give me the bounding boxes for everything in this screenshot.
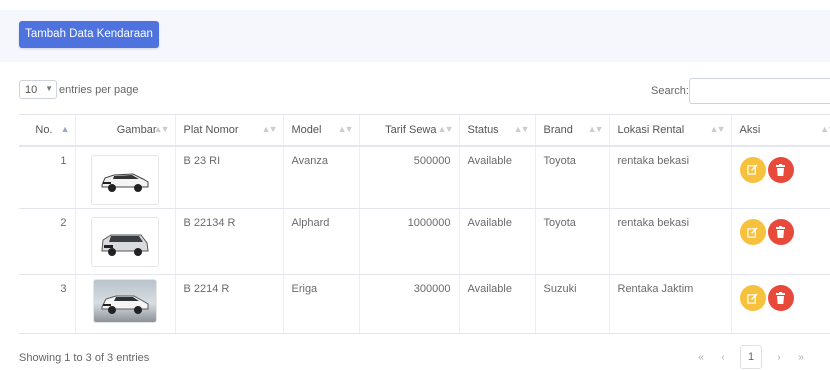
trash-icon [776, 292, 785, 304]
column-header-tarif-sewa[interactable]: Tarif Sewa ▲▼ [358, 114, 459, 147]
cell-image [74, 145, 175, 209]
cell-status: Available [458, 145, 535, 209]
pagination: « ‹ 1 › » [690, 345, 812, 369]
table-row: 1 B 23 RI Avanza 500000 Available Toyota… [19, 145, 830, 209]
column-header-brand[interactable]: Brand ▲▼ [534, 114, 609, 147]
cell-actions [730, 208, 830, 275]
pagination-page-1[interactable]: 1 [740, 345, 762, 369]
edit-icon [747, 292, 758, 304]
trash-icon [776, 226, 785, 238]
edit-button[interactable] [739, 219, 766, 245]
cell-status: Available [458, 274, 535, 334]
sort-asc-icon: ▲ [60, 124, 70, 134]
cell-rate: 500000 [358, 145, 459, 209]
edit-button[interactable] [739, 156, 766, 183]
sort-icon: ▲▼ [437, 124, 454, 134]
cell-model: Eriga [282, 274, 359, 334]
sort-icon: ▲▼ [261, 124, 278, 134]
cell-no: 1 [19, 145, 75, 209]
car-image [101, 172, 149, 192]
cell-brand: Toyota [534, 208, 609, 275]
pagination-prev[interactable]: ‹ [712, 352, 734, 363]
cell-image [74, 274, 175, 334]
car-image [101, 295, 149, 314]
cell-image [74, 208, 175, 275]
entries-length-control: 10 ▼ entries per page [19, 80, 139, 99]
cell-plate: B 23 RI [174, 145, 283, 209]
sort-icon: ▲▼ [820, 124, 830, 134]
column-header-no[interactable]: No. ▲ [19, 114, 75, 147]
cell-actions [730, 145, 830, 209]
column-header-plat-nomor[interactable]: Plat Nomor ▲▼ [174, 114, 283, 147]
car-thumbnail [93, 279, 157, 323]
cell-actions [730, 274, 830, 334]
column-header-model[interactable]: Model ▲▼ [282, 114, 359, 147]
edit-icon [747, 226, 758, 238]
cell-status: Available [458, 208, 535, 275]
column-header-aksi[interactable]: Aksi▲▼ [730, 114, 830, 147]
cell-location: rentaka bekasi [608, 145, 731, 209]
cell-no: 2 [19, 208, 75, 275]
edit-button[interactable] [739, 285, 766, 311]
cell-no: 3 [19, 274, 75, 334]
cell-rate: 300000 [358, 274, 459, 334]
delete-button[interactable] [767, 219, 794, 245]
table-info: Showing 1 to 3 of 3 entries [19, 352, 150, 364]
vehicle-table: No. ▲ Gambar ▲▼ Plat Nomor ▲▼ Model ▲▼ Tarif… [19, 114, 830, 334]
table-row: 2 B 22134 R Alphard 1000000 Available To… [19, 208, 830, 275]
delete-button[interactable] [767, 156, 794, 183]
entries-length-label: entries per page [59, 83, 139, 96]
cell-brand: Toyota [534, 145, 609, 209]
pagination-last[interactable]: » [790, 352, 812, 363]
cell-location: Rentaka Jaktim [608, 274, 731, 334]
cell-model: Alphard [282, 208, 359, 275]
car-image [101, 234, 149, 256]
trash-icon [776, 163, 785, 176]
car-thumbnail [91, 154, 159, 205]
entries-length-select[interactable]: 10 ▼ [19, 80, 57, 99]
sort-icon: ▲▼ [153, 124, 170, 134]
pagination-next[interactable]: › [768, 352, 790, 363]
cell-plate: B 2214 R [174, 274, 283, 334]
delete-button[interactable] [767, 285, 794, 311]
entries-length-value: 10 [25, 83, 38, 96]
add-vehicle-button[interactable]: Tambah Data Kendaraan [19, 21, 159, 48]
car-thumbnail [91, 217, 159, 267]
table-row: 3 B 2214 R Eriga 300000 Available Suzuki… [19, 274, 830, 334]
column-header-gambar[interactable]: Gambar ▲▼ [74, 114, 175, 147]
table-header-row: No. ▲ Gambar ▲▼ Plat Nomor ▲▼ Model ▲▼ Tarif… [19, 114, 830, 147]
sort-icon: ▲▼ [709, 124, 726, 134]
column-header-status[interactable]: Status ▲▼ [458, 114, 535, 147]
pagination-first[interactable]: « [690, 352, 712, 363]
cell-brand: Suzuki [534, 274, 609, 334]
cell-model: Avanza [282, 145, 359, 209]
search-label: Search: [651, 85, 689, 97]
cell-location: rentaka bekasi [608, 208, 731, 275]
sort-icon: ▲▼ [587, 124, 604, 134]
cell-rate: 1000000 [358, 208, 459, 275]
column-header-lokasi-rental[interactable]: Lokasi Rental ▲▼ [608, 114, 731, 147]
edit-icon [747, 164, 758, 175]
sort-icon: ▲▼ [337, 124, 354, 134]
sort-icon: ▲▼ [513, 124, 530, 134]
cell-plate: B 22134 R [174, 208, 283, 275]
search-input[interactable] [689, 78, 830, 104]
chevron-down-icon: ▼ [45, 84, 53, 93]
